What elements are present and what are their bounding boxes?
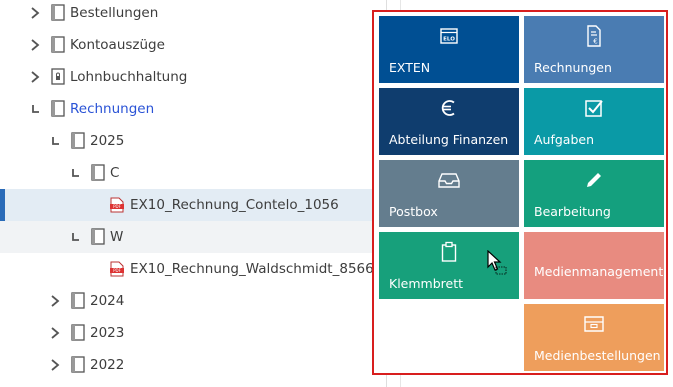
- tree-item-label: 2022: [90, 357, 125, 373]
- tree-item-label: EX10_Rechnung_Contelo_1056: [130, 197, 339, 213]
- tree-item-rechnung-contelo[interactable]: PDF EX10_Rechnung_Contelo_1056: [0, 189, 372, 221]
- tile-bearbeitung[interactable]: Bearbeitung: [524, 160, 664, 227]
- pencil-icon: [524, 168, 664, 192]
- chevron-right-icon[interactable]: [47, 357, 63, 373]
- media-orders-icon: [524, 312, 664, 336]
- svg-text:PDF: PDF: [113, 268, 121, 273]
- folder-icon: [71, 132, 85, 149]
- tree-item-2023[interactable]: 2023: [0, 317, 372, 349]
- tree-item-c[interactable]: C: [0, 157, 372, 189]
- chevron-right-icon[interactable]: [27, 37, 43, 53]
- tile-label: Postbox: [389, 204, 438, 219]
- checkbox-icon: [524, 96, 664, 120]
- tree-item-label: 2023: [90, 325, 125, 341]
- folder-icon: [91, 164, 105, 181]
- tile-medienbestellungen[interactable]: Medienbestellungen: [524, 304, 664, 371]
- locked-folder-icon: [51, 68, 65, 85]
- tree-item-label: W: [110, 229, 124, 245]
- collapse-icon[interactable]: [47, 133, 63, 149]
- folder-icon: [71, 292, 85, 309]
- tile-label: Rechnungen: [534, 60, 612, 75]
- svg-text:€: €: [593, 38, 597, 46]
- collapse-icon[interactable]: [67, 165, 83, 181]
- tree-item-label: C: [110, 165, 120, 181]
- tile-label: EXTEN: [389, 60, 431, 75]
- svg-text:ELO: ELO: [443, 37, 455, 43]
- chevron-right-icon[interactable]: [47, 325, 63, 341]
- mouse-cursor-icon: [487, 250, 507, 275]
- tile-postbox[interactable]: Postbox: [379, 160, 519, 227]
- collapse-icon[interactable]: [27, 101, 43, 117]
- tree-item-label: Lohnbuchhaltung: [70, 69, 188, 85]
- elo-window-icon: ELO: [379, 24, 519, 48]
- tree-item-label: Kontoauszüge: [70, 37, 165, 53]
- tile-label: Medienmanagement: [534, 264, 664, 279]
- tree-item-w[interactable]: W: [0, 221, 372, 253]
- tree-item-label: 2024: [90, 293, 125, 309]
- folder-icon: [51, 4, 65, 21]
- tree-item-2022[interactable]: 2022: [0, 349, 372, 381]
- chevron-right-icon[interactable]: [47, 293, 63, 309]
- euro-icon: [379, 96, 519, 120]
- tile-aufgaben[interactable]: Aufgaben: [524, 88, 664, 155]
- tile-label: Aufgaben: [534, 132, 595, 147]
- tree-item-rechnung-waldschmidt[interactable]: PDF EX10_Rechnung_Waldschmidt_8566: [0, 253, 374, 285]
- tile-label: Klemmbrett: [389, 276, 464, 291]
- tile-launcher-panel: ELO EXTEN € Rechnungen Abteilung Finanze…: [372, 10, 668, 375]
- tile-label: Medienbestellungen: [534, 348, 661, 363]
- folder-icon: [51, 100, 65, 117]
- selection-indicator: [0, 189, 5, 221]
- collapse-icon[interactable]: [67, 229, 83, 245]
- tree-item-label: Rechnungen: [70, 101, 155, 117]
- svg-text:PDF: PDF: [113, 204, 121, 209]
- tile-abteilung-finanzen[interactable]: Abteilung Finanzen: [379, 88, 519, 155]
- tree-item-2025[interactable]: 2025: [0, 125, 372, 157]
- navigation-tree: Bestellungen Kontoauszüge Lohnbuchhaltun…: [0, 0, 374, 387]
- tile-medienmanagement[interactable]: Medienmanagement: [524, 232, 664, 299]
- invoice-document-icon: €: [524, 24, 664, 48]
- folder-icon: [51, 36, 65, 53]
- tile-exten[interactable]: ELO EXTEN: [379, 16, 519, 83]
- tile-label: Bearbeitung: [534, 204, 611, 219]
- tree-item-label: EX10_Rechnung_Waldschmidt_8566: [130, 261, 374, 277]
- tree-item-kontoauszuege[interactable]: Kontoauszüge: [0, 29, 372, 61]
- inbox-icon: [379, 168, 519, 192]
- folder-icon: [71, 356, 85, 373]
- folder-icon: [91, 228, 105, 245]
- pdf-file-icon: PDF: [110, 197, 124, 213]
- chevron-right-icon[interactable]: [27, 69, 43, 85]
- pdf-file-icon: PDF: [110, 261, 124, 277]
- tile-label: Abteilung Finanzen: [389, 132, 509, 147]
- tree-item-2024[interactable]: 2024: [0, 285, 372, 317]
- tree-item-lohnbuchhaltung[interactable]: Lohnbuchhaltung: [0, 61, 372, 93]
- tree-item-bestellungen[interactable]: Bestellungen: [0, 0, 372, 29]
- tree-item-rechnungen[interactable]: Rechnungen: [0, 93, 372, 125]
- tile-rechnungen[interactable]: € Rechnungen: [524, 16, 664, 83]
- tree-item-label: Bestellungen: [70, 5, 159, 21]
- chevron-right-icon[interactable]: [27, 5, 43, 21]
- tree-item-label: 2025: [90, 133, 125, 149]
- folder-icon: [71, 324, 85, 341]
